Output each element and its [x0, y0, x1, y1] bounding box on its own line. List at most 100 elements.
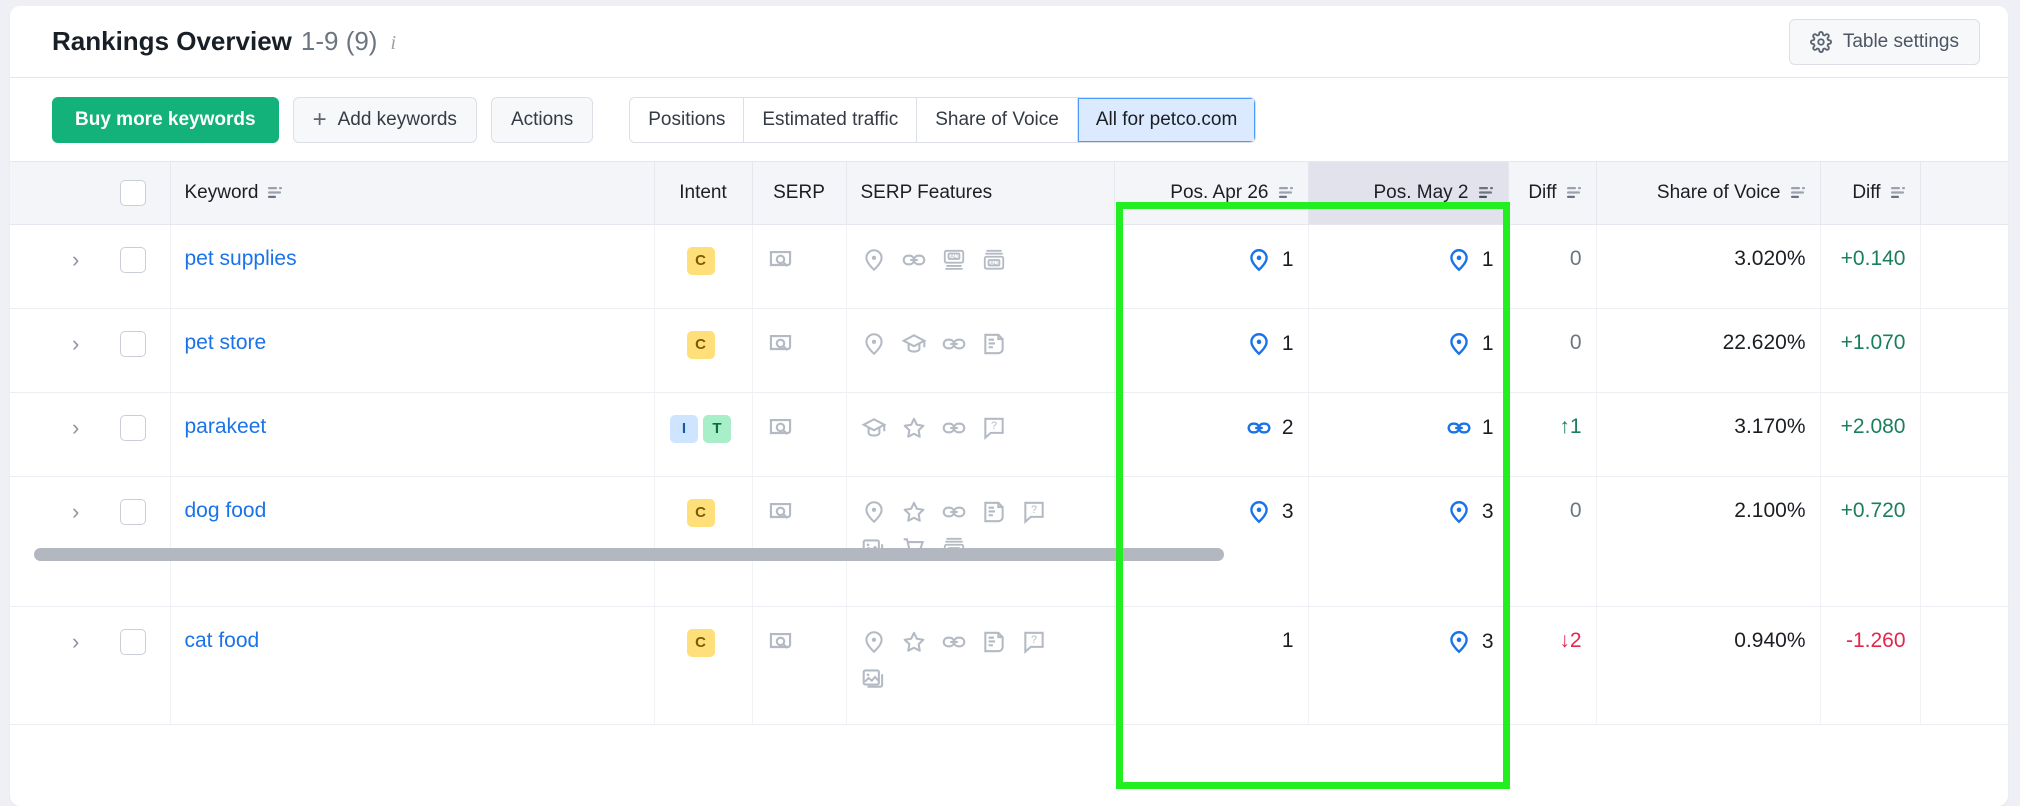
header-share-of-voice[interactable]: Share of Voice	[1596, 162, 1821, 225]
row-expand-cell[interactable]: ›	[58, 224, 96, 309]
tab-share-of-voice[interactable]: Share of Voice	[917, 97, 1078, 142]
intent-badge-C[interactable]: C	[686, 498, 715, 527]
serp-feature-link-icon[interactable]	[941, 415, 967, 441]
serp-feature-document-icon[interactable]	[981, 331, 1007, 357]
serp-cell[interactable]	[752, 476, 847, 607]
keyword-cell[interactable]: pet store	[170, 308, 655, 393]
serp-feature-star-icon[interactable]	[901, 629, 927, 655]
tab-positions[interactable]: Positions	[630, 97, 745, 142]
keyword-cell[interactable]: pet supplies	[170, 224, 655, 309]
serp-feature-pin-icon[interactable]	[861, 629, 887, 655]
chevron-right-icon[interactable]: ›	[72, 415, 79, 440]
serp-preview-icon[interactable]	[767, 629, 832, 656]
header-keyword[interactable]: Keyword	[170, 162, 655, 225]
serp-cell[interactable]	[752, 392, 847, 477]
row-expand-cell[interactable]: ›	[58, 392, 96, 477]
serp-feature-ad-top-icon[interactable]: AD	[981, 247, 1007, 273]
keyword-cell[interactable]: dog food	[170, 476, 655, 607]
row-select-cell[interactable]	[96, 308, 171, 393]
table-row[interactable]: › dog food C ?AD 3 3	[10, 476, 2008, 607]
table-row[interactable]: › cat food C ? 1 3 ↓2 0.940% -1.260	[10, 606, 2008, 725]
intent-badge-C[interactable]: C	[686, 246, 715, 275]
keyword-link[interactable]: cat food	[185, 629, 260, 652]
chevron-right-icon[interactable]: ›	[72, 331, 79, 356]
serp-cell[interactable]	[752, 308, 847, 393]
row-checkbox[interactable]	[119, 330, 146, 357]
row-select-cell[interactable]	[96, 606, 171, 725]
serp-feature-cap-icon[interactable]	[900, 331, 927, 357]
serp-feature-pin-icon[interactable]	[861, 499, 887, 525]
serp-feature-link-icon[interactable]	[941, 629, 967, 655]
header-pos-apr[interactable]: Pos. Apr 26	[1114, 162, 1309, 225]
row-expand-cell[interactable]: ›	[58, 476, 96, 607]
serp-feature-pin-icon[interactable]	[861, 247, 887, 273]
share-of-voice-cell: 22.620%	[1596, 308, 1821, 393]
tab-all-for-domain[interactable]: All for petco.com	[1077, 97, 1256, 142]
row-expand-cell[interactable]: ›	[58, 308, 96, 393]
row-select-cell[interactable]	[96, 476, 171, 607]
keyword-link[interactable]: parakeet	[185, 415, 267, 438]
intent-badge-C[interactable]: C	[686, 330, 715, 359]
serp-features-list	[861, 331, 1071, 357]
select-all-checkbox[interactable]	[119, 179, 146, 206]
serp-feature-pin-icon[interactable]	[861, 331, 887, 357]
table-settings-button[interactable]: Table settings	[1788, 18, 1980, 65]
keyword-cell[interactable]: parakeet	[170, 392, 655, 477]
keyword-link[interactable]: pet supplies	[185, 247, 297, 270]
row-checkbox[interactable]	[119, 628, 146, 655]
serp-feature-link-icon[interactable]	[941, 331, 967, 357]
serp-feature-star-icon[interactable]	[901, 415, 927, 441]
serp-feature-ad-bottom-icon[interactable]: AD	[941, 247, 967, 273]
intent-badge-T[interactable]: T	[703, 414, 731, 443]
header-pos-diff[interactable]: Diff	[1508, 162, 1597, 225]
table-row[interactable]: › parakeet IT ? 2 1 ↑1 3.170% +2.080	[10, 392, 2008, 477]
serp-feature-document-icon[interactable]	[981, 499, 1007, 525]
serp-cell[interactable]	[752, 224, 847, 309]
pos-diff-cell: 0	[1508, 224, 1597, 309]
serp-feature-star-icon[interactable]	[901, 499, 927, 525]
row-select-cell[interactable]	[96, 224, 171, 309]
serp-preview-icon[interactable]	[767, 499, 832, 526]
serp-feature-images-icon[interactable]	[861, 665, 887, 691]
horizontal-scroll-track[interactable]	[10, 277, 2008, 561]
header-pos-may[interactable]: Pos. May 2	[1308, 162, 1509, 225]
keyword-link[interactable]: pet store	[185, 331, 267, 354]
chevron-right-icon[interactable]: ›	[72, 499, 79, 524]
serp-feature-link-icon[interactable]	[901, 247, 927, 273]
chevron-right-icon[interactable]: ›	[72, 247, 79, 272]
serp-feature-question-icon[interactable]: ?	[981, 415, 1007, 441]
tab-estimated-traffic[interactable]: Estimated traffic	[744, 97, 918, 142]
pos-apr-value: 3	[1281, 499, 1294, 523]
chevron-right-icon[interactable]: ›	[72, 629, 79, 654]
serp-preview-icon[interactable]	[767, 415, 832, 442]
keyword-cell[interactable]: cat food	[170, 606, 655, 725]
position-link-icon	[1246, 415, 1272, 441]
buy-more-keywords-button[interactable]: Buy more keywords	[52, 96, 279, 143]
serp-preview-icon[interactable]	[767, 247, 832, 274]
table-row[interactable]: › pet supplies C AD AD 1 1 0 3.020% +0.1…	[10, 224, 2008, 309]
add-keywords-button[interactable]: + Add keywords	[292, 96, 477, 143]
row-select-cell[interactable]	[96, 392, 171, 477]
row-checkbox[interactable]	[119, 246, 146, 273]
row-checkbox[interactable]	[119, 414, 146, 441]
serp-feature-question-icon[interactable]: ?	[1021, 629, 1047, 655]
table-row[interactable]: › pet store C 1 1 0 22.620% +1.070	[10, 308, 2008, 393]
info-icon[interactable]: i	[390, 32, 396, 55]
serp-preview-icon[interactable]	[767, 331, 832, 358]
row-expand-cell[interactable]: ›	[58, 606, 96, 725]
keyword-link[interactable]: dog food	[185, 499, 267, 522]
header-sov-diff[interactable]: Diff	[1820, 162, 1921, 225]
sov-diff-cell: +1.070	[1820, 308, 1921, 393]
actions-button[interactable]: Actions	[490, 96, 594, 143]
serp-feature-document-icon[interactable]	[981, 629, 1007, 655]
share-of-voice-cell: 2.100%	[1596, 476, 1821, 607]
sort-icon	[1477, 185, 1494, 200]
row-checkbox[interactable]	[119, 498, 146, 525]
horizontal-scrollbar-thumb[interactable]	[34, 548, 1224, 561]
serp-feature-cap-icon[interactable]	[860, 415, 887, 441]
serp-cell[interactable]	[752, 606, 847, 725]
serp-feature-link-icon[interactable]	[941, 499, 967, 525]
serp-feature-question-icon[interactable]: ?	[1021, 499, 1047, 525]
intent-badge-C[interactable]: C	[686, 628, 715, 657]
intent-badge-I[interactable]: I	[670, 414, 698, 443]
